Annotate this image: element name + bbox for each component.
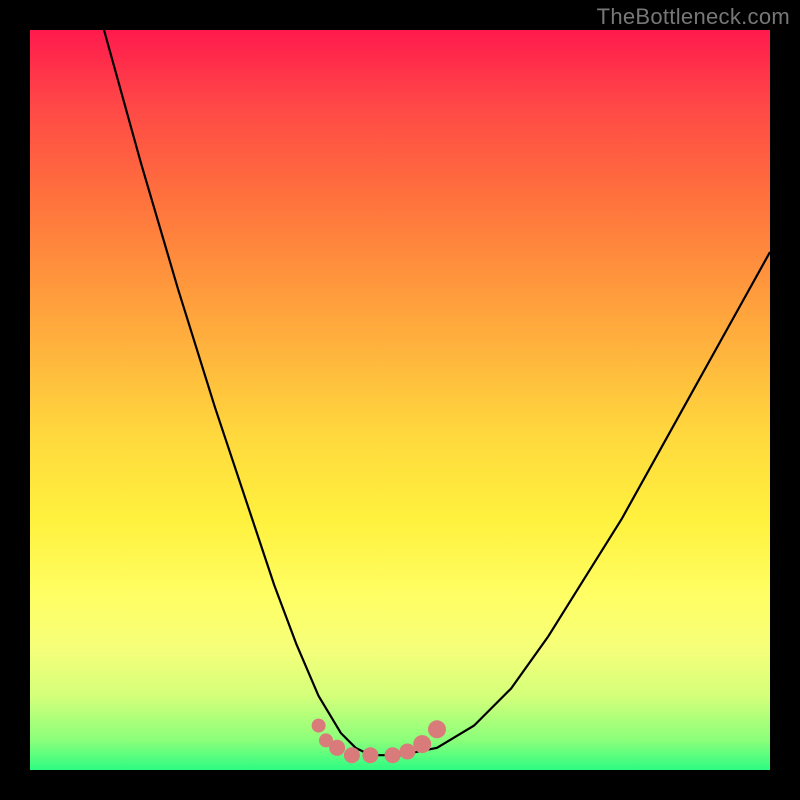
sweet-spot-dot <box>399 744 415 760</box>
sweet-spot-dot <box>344 747 360 763</box>
gradient-plot-area <box>30 30 770 770</box>
watermark-text: TheBottleneck.com <box>597 4 790 30</box>
sweet-spot-dot <box>312 719 326 733</box>
sweet-spot-dot <box>362 747 378 763</box>
sweet-spot-dot <box>329 740 345 756</box>
sweet-spot-dot <box>385 747 401 763</box>
sweet-spot-dot <box>413 735 431 753</box>
sweet-spot-dot <box>428 720 446 738</box>
sweet-spot-dots <box>312 719 446 764</box>
chart-stage: TheBottleneck.com <box>0 0 800 800</box>
curve-layer <box>30 30 770 770</box>
bottleneck-curve <box>104 30 770 755</box>
